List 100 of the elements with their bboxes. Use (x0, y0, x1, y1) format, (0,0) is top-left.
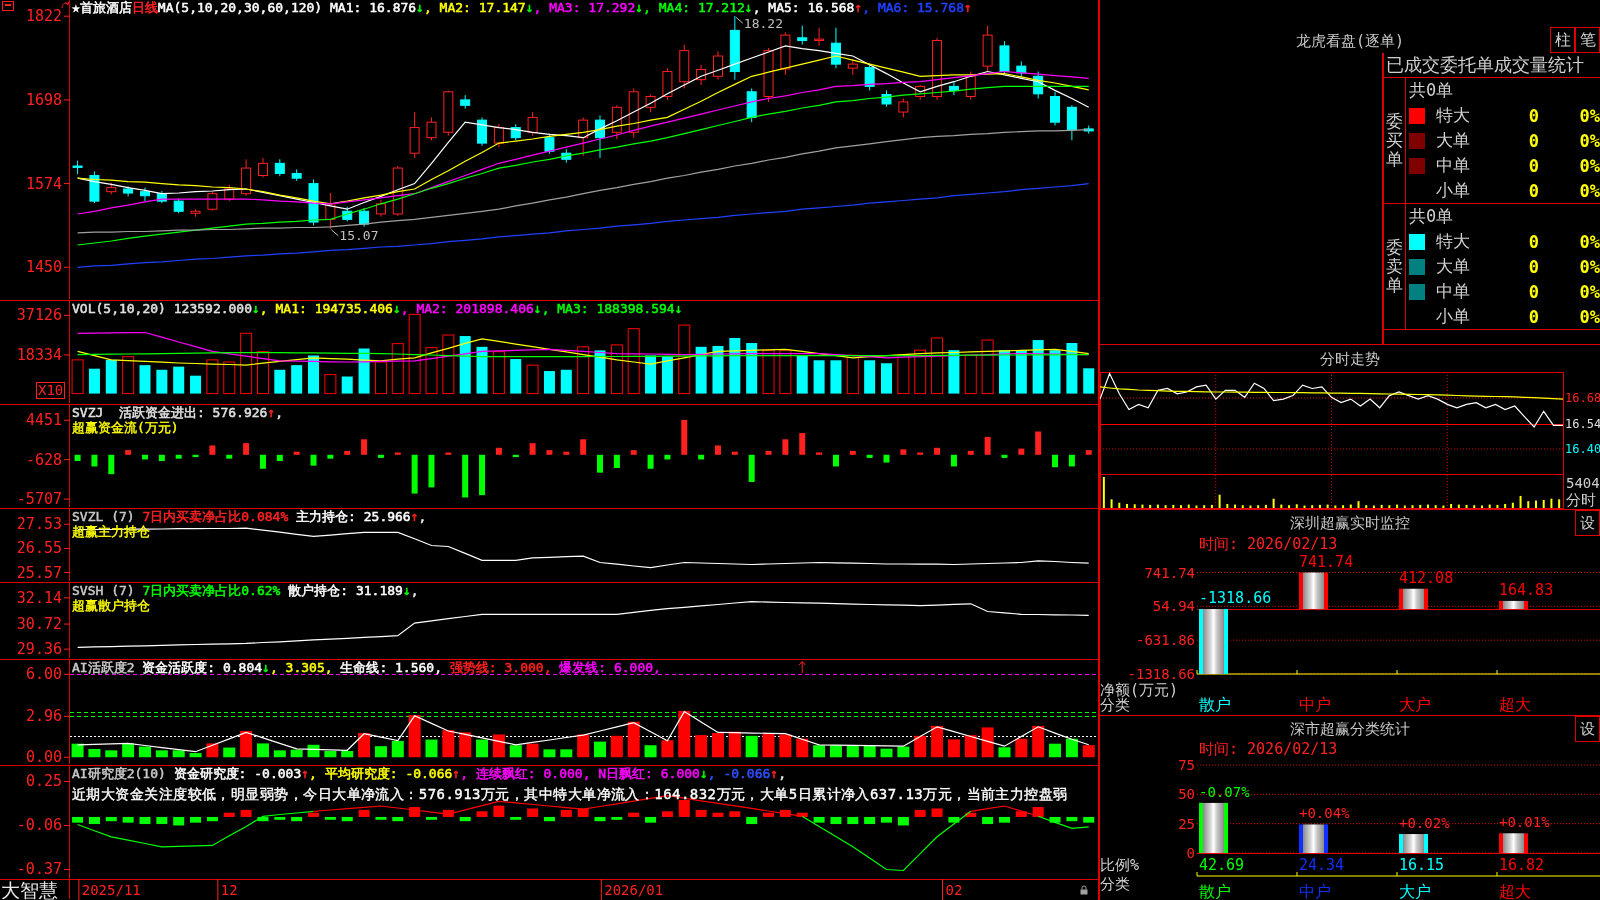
volume-axis-title: 分时 (1566, 491, 1596, 509)
activity-bar (324, 751, 337, 758)
candlestick (1066, 104, 1077, 141)
research-bar (628, 812, 640, 817)
volume-bar (139, 365, 151, 394)
candlestick (375, 199, 386, 218)
order-count: 0 (1528, 130, 1539, 151)
unit-label: X10 (36, 382, 66, 399)
research-bar (1032, 807, 1044, 817)
trend-arrow: ↓ (402, 583, 411, 598)
candlestick (359, 207, 370, 228)
trend-arrow: ↓ (252, 301, 260, 316)
legend-text: , (778, 766, 786, 781)
price-axis-label: 16.40 (1565, 442, 1600, 456)
research-bar (881, 816, 892, 823)
research-bar (982, 816, 994, 825)
activity-bar (374, 746, 387, 758)
volume-bar (459, 336, 471, 394)
axis-label: 6.00 (25, 665, 62, 684)
candlestick (89, 170, 100, 204)
order-size-label: 中单 (1436, 154, 1471, 177)
flow-bar (748, 454, 755, 482)
research-bar (779, 809, 791, 817)
volume-bar (610, 344, 623, 395)
price-axis-label: 16.68 (1565, 391, 1600, 405)
activity-bar (408, 715, 421, 758)
candlestick (763, 47, 774, 103)
panel-title: 深市超赢分类统计 (1290, 720, 1410, 738)
activity-bar (509, 745, 522, 758)
flow-bar (142, 454, 148, 460)
flow-bar (327, 454, 334, 459)
activity-bar (1032, 725, 1045, 758)
axis-label: -0.06 (16, 816, 62, 835)
flow-bar (74, 454, 81, 461)
order-size-label: 特大 (1436, 230, 1471, 253)
order-total: 共0单 (1408, 205, 1454, 228)
flow-bar (175, 454, 182, 459)
candlestick (190, 208, 201, 218)
research-bar (1015, 811, 1027, 817)
research-bar (476, 811, 488, 817)
research-bar (274, 816, 286, 820)
research-bar (1066, 816, 1078, 822)
activity-bar (442, 730, 455, 758)
activity-bar (981, 727, 994, 758)
candlestick (982, 25, 993, 73)
activity-bar (644, 745, 657, 758)
legend-text: , MA4: 17.212 (643, 0, 745, 15)
activity-bar (526, 743, 539, 758)
volume-bar (324, 374, 337, 395)
candlestick (713, 50, 723, 81)
axis-label: 25.57 (16, 563, 62, 582)
price-annotation: 15.07 (330, 228, 379, 244)
view-mode-button[interactable]: 柱 (1550, 27, 1575, 53)
panel-title: 深圳超赢实时监控 (1290, 514, 1410, 532)
settings-button[interactable]: 设 (1575, 510, 1600, 536)
legend-text: , 平均研究度: -0.066 (309, 766, 453, 781)
activity-bar (206, 743, 219, 758)
volume-bar (391, 343, 404, 395)
activity-bar (459, 732, 472, 758)
volume-bar (779, 349, 792, 395)
settings-button[interactable]: 设 (1575, 716, 1600, 742)
volume-bar (341, 376, 353, 394)
candlestick (291, 168, 302, 182)
order-share: 0% (1579, 306, 1600, 327)
research-bar (729, 811, 741, 817)
trend-arrow: ↑ (854, 0, 863, 15)
research-bar (897, 816, 909, 826)
category-label: 超大 (1499, 694, 1531, 714)
volume-bar (1066, 343, 1078, 394)
flow-bar (782, 439, 789, 455)
axis-label: -628 (25, 450, 62, 469)
view-mode-button[interactable]: 笔 (1575, 27, 1600, 53)
flow-bar (715, 445, 721, 455)
axis-label: 32.14 (16, 588, 62, 607)
candlestick (342, 206, 353, 222)
research-bar (156, 816, 168, 825)
flow-bar (495, 447, 502, 455)
activity-bar (880, 748, 893, 758)
axis-label: 4451 (25, 411, 62, 430)
candlestick (207, 191, 218, 212)
volume-bar (881, 363, 892, 394)
research-bar (324, 816, 336, 820)
activity-bar (897, 746, 910, 758)
volume-bar (476, 346, 488, 394)
research-bar (594, 816, 606, 822)
legend-text: 7日内买卖净占比0.084% (141, 509, 289, 524)
flow-bar (479, 454, 486, 496)
axis-label: 0 (1186, 845, 1195, 861)
volume-bar (729, 337, 741, 394)
legend-text: SVSH (7) (72, 583, 135, 598)
axis-label: 50 (1178, 786, 1195, 803)
activity-bar (273, 750, 286, 758)
flow-bar (428, 454, 435, 488)
activity-bar (931, 725, 944, 758)
activity-bar (914, 735, 927, 758)
candlestick (729, 15, 740, 81)
date-label: 02 (945, 882, 963, 898)
candlestick (611, 104, 622, 140)
candlestick (392, 165, 403, 217)
order-share: 0% (1579, 180, 1600, 201)
